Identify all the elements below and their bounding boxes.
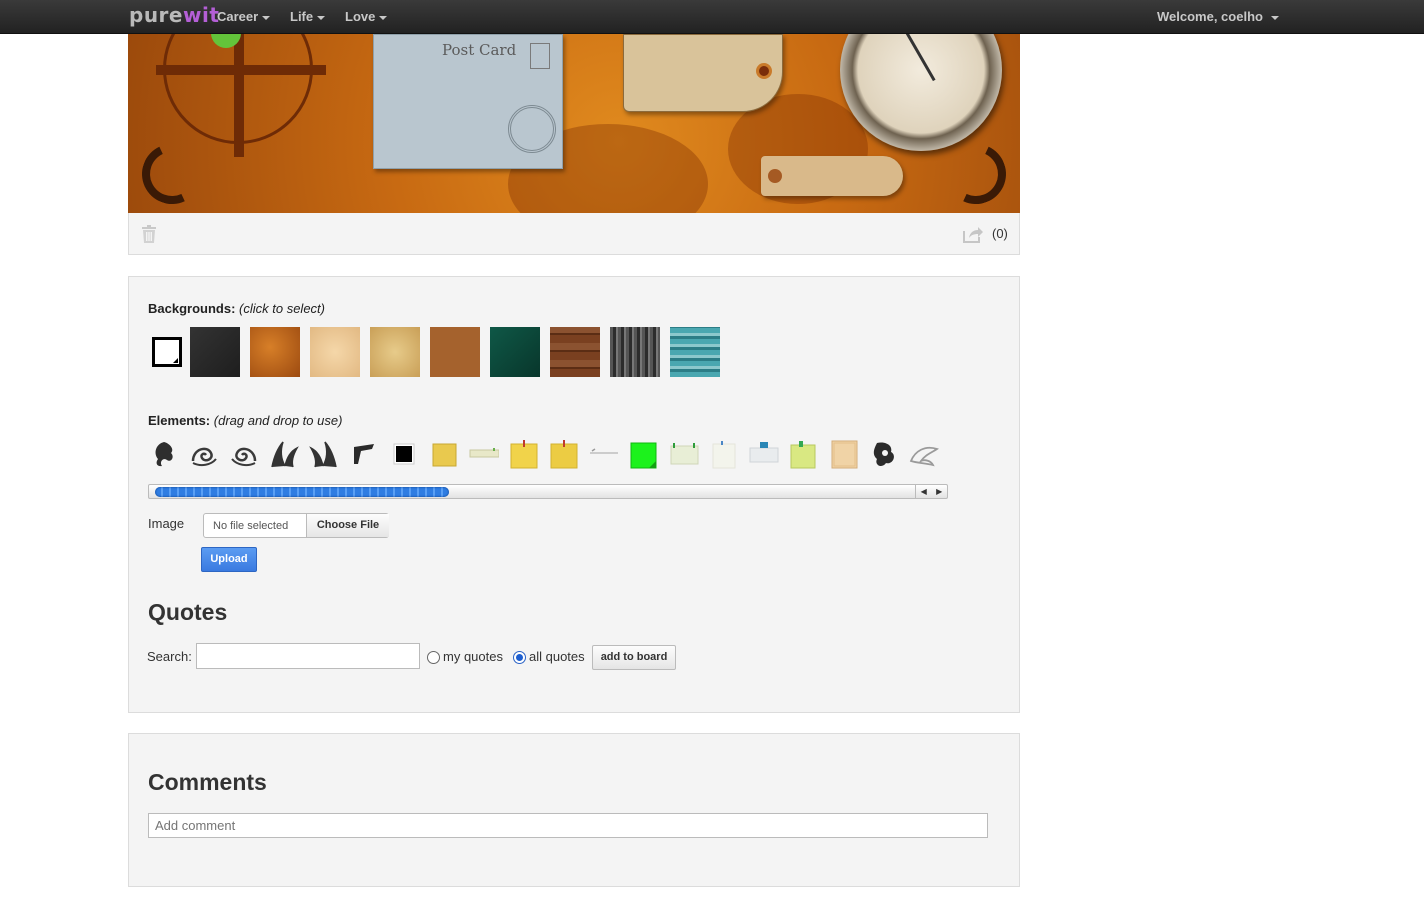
pinned-note-element-icon[interactable]	[509, 439, 539, 469]
green-note-element-icon[interactable]	[629, 439, 659, 469]
pinned-note-element-icon[interactable]	[549, 439, 579, 469]
background-swatch-gray-wood[interactable]	[610, 327, 660, 377]
elements-heading: Elements: (drag and drop to use)	[148, 413, 343, 428]
image-upload-label: Image	[148, 516, 185, 531]
background-swatch-leather[interactable]	[430, 327, 480, 377]
radio-all-quotes-label: all quotes	[529, 649, 585, 664]
share-icon[interactable]	[962, 225, 984, 243]
sticky-note-element-icon[interactable]	[429, 439, 459, 469]
chevron-down-icon	[379, 15, 388, 20]
user-menu[interactable]: Welcome, coelho	[1157, 9, 1279, 24]
swirl-element-icon[interactable]	[189, 439, 219, 469]
comments-panel: Comments	[128, 733, 1020, 887]
board-toolbar: (0)	[128, 213, 1020, 255]
radio-my-quotes[interactable]	[427, 651, 440, 664]
vision-board-canvas[interactable]: Post Card	[128, 34, 1020, 213]
postcard-element[interactable]: Post Card	[373, 34, 563, 169]
file-status-text: No file selected	[213, 520, 289, 532]
scrollbar-arrows: ◀ ▶	[915, 485, 947, 498]
scrollbar-thumb[interactable]	[155, 487, 449, 497]
flourish-element[interactable]	[937, 135, 1015, 213]
add-to-board-button[interactable]: add to board	[592, 645, 676, 670]
comments-heading: Comments	[148, 769, 267, 795]
swirl-element-icon[interactable]	[229, 439, 259, 469]
parchment-element-icon[interactable]	[829, 439, 859, 469]
comment-input[interactable]	[148, 813, 988, 838]
background-swatch-green[interactable]	[490, 327, 540, 377]
background-swatch-wood[interactable]	[550, 327, 600, 377]
chevron-down-icon	[1270, 15, 1279, 20]
top-navbar: purewit Career Life Love Welcome, coelho	[0, 0, 1424, 34]
scroll-right-icon[interactable]: ▶	[936, 487, 942, 496]
black-square-element-icon[interactable]	[389, 439, 419, 469]
chevron-down-icon	[317, 15, 326, 20]
ornament-element-icon[interactable]	[869, 439, 899, 469]
radio-all-quotes[interactable]	[513, 651, 526, 664]
quote-search-label: Search:	[147, 649, 192, 664]
choose-file-button[interactable]: Choose File	[306, 514, 389, 537]
taped-note-element-icon[interactable]	[669, 439, 699, 469]
background-swatch-none[interactable]	[152, 337, 182, 367]
flourish-element-icon[interactable]	[149, 439, 179, 469]
leaf-flourish-element-icon[interactable]	[309, 439, 339, 469]
background-swatch-orange[interactable]	[250, 327, 300, 377]
tape-element-icon[interactable]	[469, 439, 499, 469]
stamp-box	[530, 43, 550, 69]
nav-menu-career[interactable]: Career	[217, 9, 271, 24]
postmark-seal	[508, 105, 556, 153]
trash-icon[interactable]	[141, 224, 157, 244]
board-editor-panel: Backgrounds: (click to select) Elements:…	[128, 276, 1020, 713]
purewit-logo[interactable]: purewit	[129, 3, 219, 27]
radio-my-quotes-label: my quotes	[443, 649, 503, 664]
quote-search-input[interactable]	[196, 643, 420, 669]
backgrounds-heading: Backgrounds: (click to select)	[148, 301, 325, 316]
file-input[interactable]: No file selected Choose File	[203, 513, 389, 538]
scroll-left-icon[interactable]: ◀	[921, 487, 927, 496]
pinned-card-element-icon[interactable]	[749, 439, 779, 469]
background-swatch-black[interactable]	[190, 327, 240, 377]
postcard-title: Post Card	[442, 41, 517, 59]
chevron-down-icon	[262, 15, 271, 20]
upload-button[interactable]: Upload	[201, 547, 257, 572]
compass-needle	[905, 34, 936, 82]
quotes-heading: Quotes	[148, 599, 228, 625]
nav-menu-love[interactable]: Love	[345, 9, 388, 24]
tag-card-element[interactable]	[623, 34, 783, 112]
flourish-element[interactable]	[133, 135, 211, 213]
leaf-flourish-element-icon[interactable]	[269, 439, 299, 469]
tag-hole	[756, 63, 772, 79]
background-swatch-parchment[interactable]	[370, 327, 420, 377]
luggage-tag-element[interactable]	[761, 156, 903, 196]
feather-swirl-element-icon[interactable]	[909, 439, 939, 469]
background-swatch-teal-wood[interactable]	[670, 327, 720, 377]
nav-menu-life[interactable]: Life	[290, 9, 326, 24]
paper-element-icon[interactable]	[709, 439, 739, 469]
clip-element-icon[interactable]	[589, 439, 619, 469]
share-count: (0)	[992, 226, 1008, 241]
background-swatch-peach[interactable]	[310, 327, 360, 377]
compass-rose-element[interactable]	[156, 34, 326, 144]
elements-scrollbar[interactable]: ◀ ▶	[148, 484, 948, 499]
tag-hole	[768, 169, 782, 183]
corner-element-icon[interactable]	[349, 439, 379, 469]
green-pinned-note-element-icon[interactable]	[789, 439, 819, 469]
